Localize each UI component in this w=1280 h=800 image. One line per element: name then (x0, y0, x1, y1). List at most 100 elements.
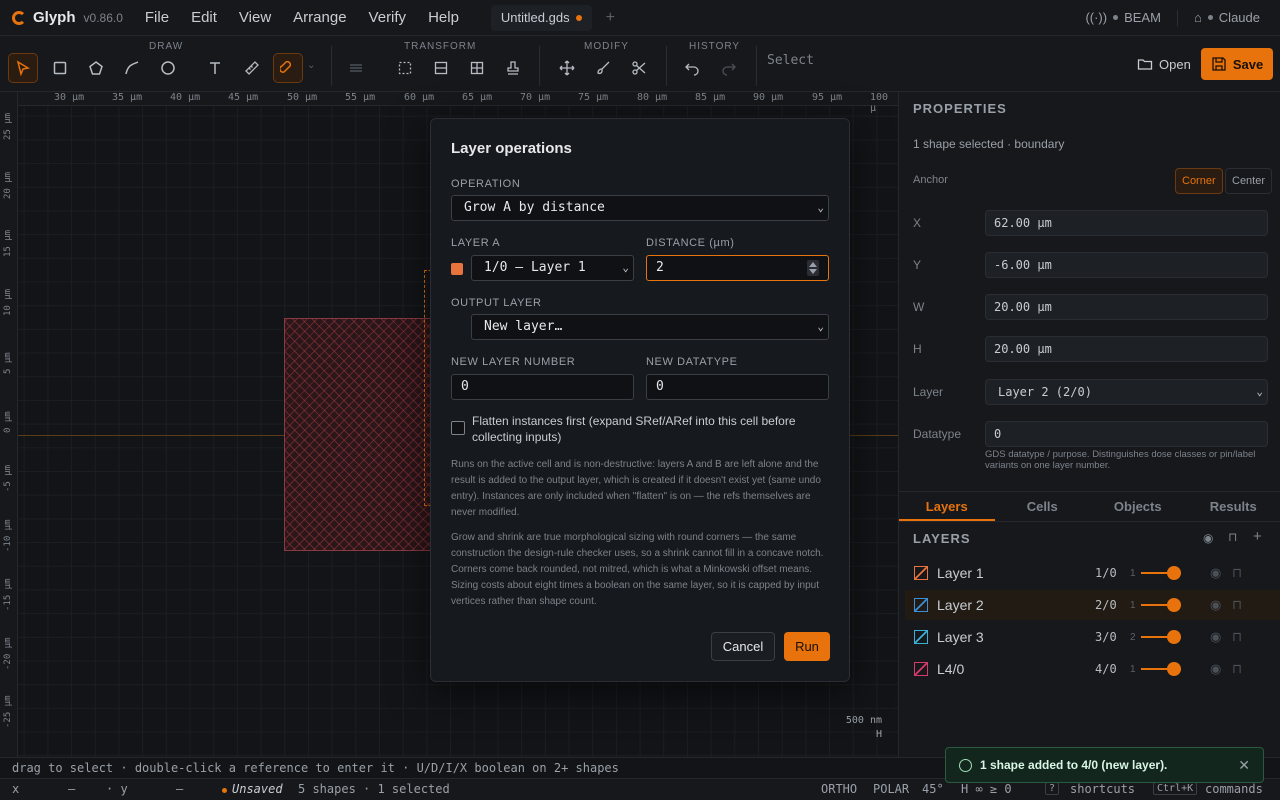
brush-button[interactable] (588, 53, 618, 83)
flatten-checkbox-label[interactable]: Flatten instances first (expand SRef/ARe… (472, 413, 832, 445)
h-field[interactable]: 20.00 µm (985, 336, 1268, 362)
open-button[interactable]: Open (1128, 49, 1200, 79)
lock-icon[interactable]: ⊓ (1232, 565, 1242, 581)
commands-link[interactable]: commands (1205, 782, 1263, 796)
operation-select[interactable]: Grow A by distance ⌄ (451, 195, 829, 221)
lock-icon[interactable]: ⊓ (1232, 597, 1242, 613)
layer-color-swatch[interactable] (914, 566, 928, 580)
datatype-field[interactable]: 0 (985, 421, 1268, 447)
new-datatype-input[interactable]: 0 (646, 374, 829, 400)
align-button[interactable] (341, 53, 371, 83)
select-tool-button[interactable] (8, 53, 38, 83)
layer-select[interactable]: Layer 2 (2/0) ⌄ (985, 379, 1268, 405)
anchor-corner-button[interactable]: Corner (1175, 168, 1223, 194)
ruler-tick-label: 10 µm (3, 288, 13, 316)
tab-objects[interactable]: Objects (1090, 492, 1186, 521)
lock-icon[interactable]: ⊓ (1232, 661, 1242, 677)
toast-notification: 1 shape added to 4/0 (new layer). ✕ (945, 747, 1264, 783)
polar-toggle[interactable]: POLAR (873, 782, 909, 796)
snap-tool-button[interactable] (273, 53, 303, 83)
run-button[interactable]: Run (784, 632, 830, 661)
opacity-slider-handle[interactable] (1167, 662, 1181, 676)
layer-color-swatch[interactable] (914, 662, 928, 676)
layer-a-select-value: 1/0 — Layer 1 (484, 260, 586, 275)
ruler-tool-button[interactable] (237, 53, 267, 83)
frame-button[interactable] (390, 53, 420, 83)
tab-layers[interactable]: Layers (899, 492, 995, 521)
opacity-slider-handle[interactable] (1167, 630, 1181, 644)
menu-edit[interactable]: Edit (191, 9, 217, 26)
output-layer-select-value: New layer… (484, 319, 563, 334)
glyph-logo-icon (12, 10, 26, 25)
w-field[interactable]: 20.00 µm (985, 294, 1268, 320)
opacity-slider-handle[interactable] (1167, 566, 1181, 580)
tab-cells[interactable]: Cells (995, 492, 1091, 521)
pointer-icon (16, 60, 31, 76)
eye-icon[interactable]: ◉ (1210, 597, 1221, 613)
redo-button[interactable] (714, 53, 744, 83)
spinner-icon[interactable] (807, 260, 819, 276)
snap-menu-chevron-icon[interactable]: ⌄ (307, 60, 315, 71)
opacity-slider-handle[interactable] (1167, 598, 1181, 612)
tab-results[interactable]: Results (1186, 492, 1280, 521)
assistant-label[interactable]: Claude (1219, 10, 1260, 25)
distance-input[interactable]: 2 (646, 255, 829, 281)
layer-a-select[interactable]: 1/0 — Layer 1 ⌄ (471, 255, 634, 281)
document-tab[interactable]: Untitled.gds (490, 4, 592, 31)
menu-help[interactable]: Help (428, 9, 459, 26)
layer-row[interactable]: Layer 1 1/0 1 ◉ ⊓ (905, 558, 1280, 588)
eye-icon[interactable]: ◉ (1203, 531, 1213, 545)
backend-label[interactable]: BEAM (1124, 10, 1161, 25)
layer-row[interactable]: Layer 2 2/0 1 ◉ ⊓ (905, 590, 1280, 620)
layer-shape[interactable] (284, 318, 434, 551)
distribute-icon (434, 61, 448, 75)
add-layer-button[interactable]: + (1253, 528, 1262, 545)
ruler-tick-label: -25 µm (3, 695, 13, 728)
layer-color-swatch[interactable] (914, 630, 928, 644)
anchor-center-button[interactable]: Center (1225, 168, 1273, 194)
save-button[interactable]: Save (1201, 48, 1273, 80)
ortho-toggle[interactable]: ORTHO (821, 782, 857, 796)
flatten-checkbox[interactable] (451, 421, 465, 435)
ruler-tick-label: 5 µm (3, 352, 13, 374)
eye-icon[interactable]: ◉ (1210, 565, 1221, 581)
eye-icon[interactable]: ◉ (1210, 661, 1221, 677)
move-button[interactable] (552, 53, 582, 83)
assistant-icon: ⌂ (1193, 10, 1202, 25)
x-field[interactable]: 62.00 µm (985, 210, 1268, 236)
toast-message: 1 shape added to 4/0 (new layer). (980, 758, 1168, 772)
layer-row[interactable]: Layer 3 3/0 2 ◉ ⊓ (905, 622, 1280, 652)
polygon-tool-button[interactable] (81, 53, 111, 83)
menu-view[interactable]: View (239, 9, 271, 26)
new-tab-button[interactable]: + (606, 9, 615, 27)
text-tool-button[interactable] (200, 53, 230, 83)
distribute-button[interactable] (426, 53, 456, 83)
cut-button[interactable] (624, 53, 654, 83)
circle-tool-button[interactable] (153, 53, 183, 83)
layer-row[interactable]: L4/0 4/0 1 ◉ ⊓ (905, 654, 1280, 684)
datatype-label: Datatype (913, 427, 962, 441)
eye-icon[interactable]: ◉ (1210, 629, 1221, 645)
description-paragraph-2: Grow and shrink are true morphological s… (451, 532, 824, 607)
output-layer-select[interactable]: New layer… ⌄ (471, 314, 829, 340)
lock-icon[interactable]: ⊓ (1232, 629, 1242, 645)
menu-arrange[interactable]: Arrange (293, 9, 346, 26)
menu-verify[interactable]: Verify (369, 9, 407, 26)
cancel-button[interactable]: Cancel (711, 632, 775, 661)
array-button[interactable] (462, 53, 492, 83)
layer-color-swatch[interactable] (914, 598, 928, 612)
rectangle-tool-button[interactable] (45, 53, 75, 83)
menu-file[interactable]: File (145, 9, 169, 26)
scissors-icon (632, 61, 646, 75)
lock-icon[interactable]: ⊓ (1228, 530, 1237, 544)
path-tool-button[interactable] (117, 53, 147, 83)
stamp-button[interactable] (498, 53, 528, 83)
new-layer-number-input[interactable]: 0 (451, 374, 634, 400)
ruler-tick-label: 85 µm (695, 92, 726, 103)
angle-value[interactable]: 45° (922, 782, 944, 796)
y-field[interactable]: -6.00 µm (985, 252, 1268, 278)
close-icon[interactable]: ✕ (1238, 757, 1250, 774)
shortcuts-link[interactable]: shortcuts (1070, 782, 1135, 796)
undo-button[interactable] (677, 53, 707, 83)
layer-operations-dialog: Layer operations OPERATION Grow A by dis… (430, 118, 850, 682)
